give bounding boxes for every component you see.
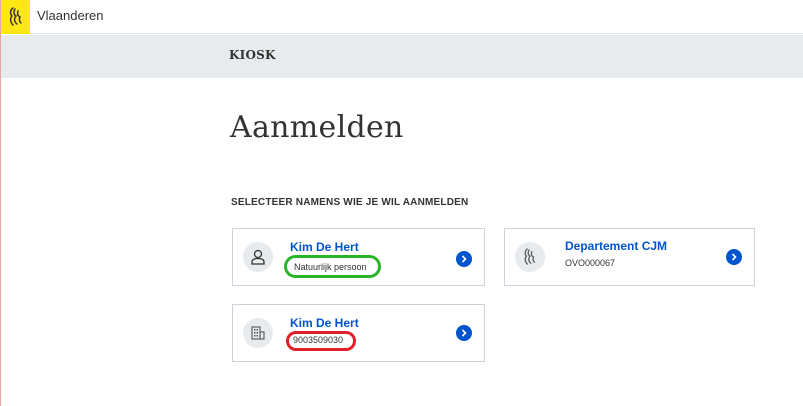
card-subtitle: OVO000067 bbox=[565, 258, 616, 268]
chevron-right-icon[interactable] bbox=[456, 251, 472, 267]
flemish-lion-icon bbox=[515, 242, 545, 272]
page-title: Aanmelden bbox=[230, 110, 404, 145]
login-option-organisation[interactable]: Departement CJM OVO000067 bbox=[504, 228, 755, 286]
header-title: KIOSK bbox=[229, 48, 276, 62]
highlight-ellipse bbox=[286, 331, 356, 351]
section-label: SELECTEER NAMENS WIE JE WIL AANMELDEN bbox=[231, 197, 469, 208]
highlight-ellipse bbox=[284, 255, 381, 278]
header-band: KIOSK bbox=[1, 35, 803, 78]
card-name: Kim De Hert bbox=[290, 240, 359, 254]
card-name: Kim De Hert bbox=[290, 316, 359, 330]
flemish-lion-icon[interactable] bbox=[1, 0, 30, 34]
card-name: Departement CJM bbox=[565, 239, 668, 253]
building-icon bbox=[243, 318, 273, 348]
login-option-enterprise[interactable]: Kim De Hert 9003509030 bbox=[232, 304, 485, 362]
person-icon bbox=[243, 242, 273, 272]
page: Vlaanderen KIOSK Aanmelden SELECTEER NAM… bbox=[0, 0, 803, 406]
top-bar: Vlaanderen bbox=[1, 0, 803, 34]
brand-name[interactable]: Vlaanderen bbox=[37, 8, 104, 23]
chevron-right-icon[interactable] bbox=[726, 249, 742, 265]
chevron-right-icon[interactable] bbox=[456, 325, 472, 341]
